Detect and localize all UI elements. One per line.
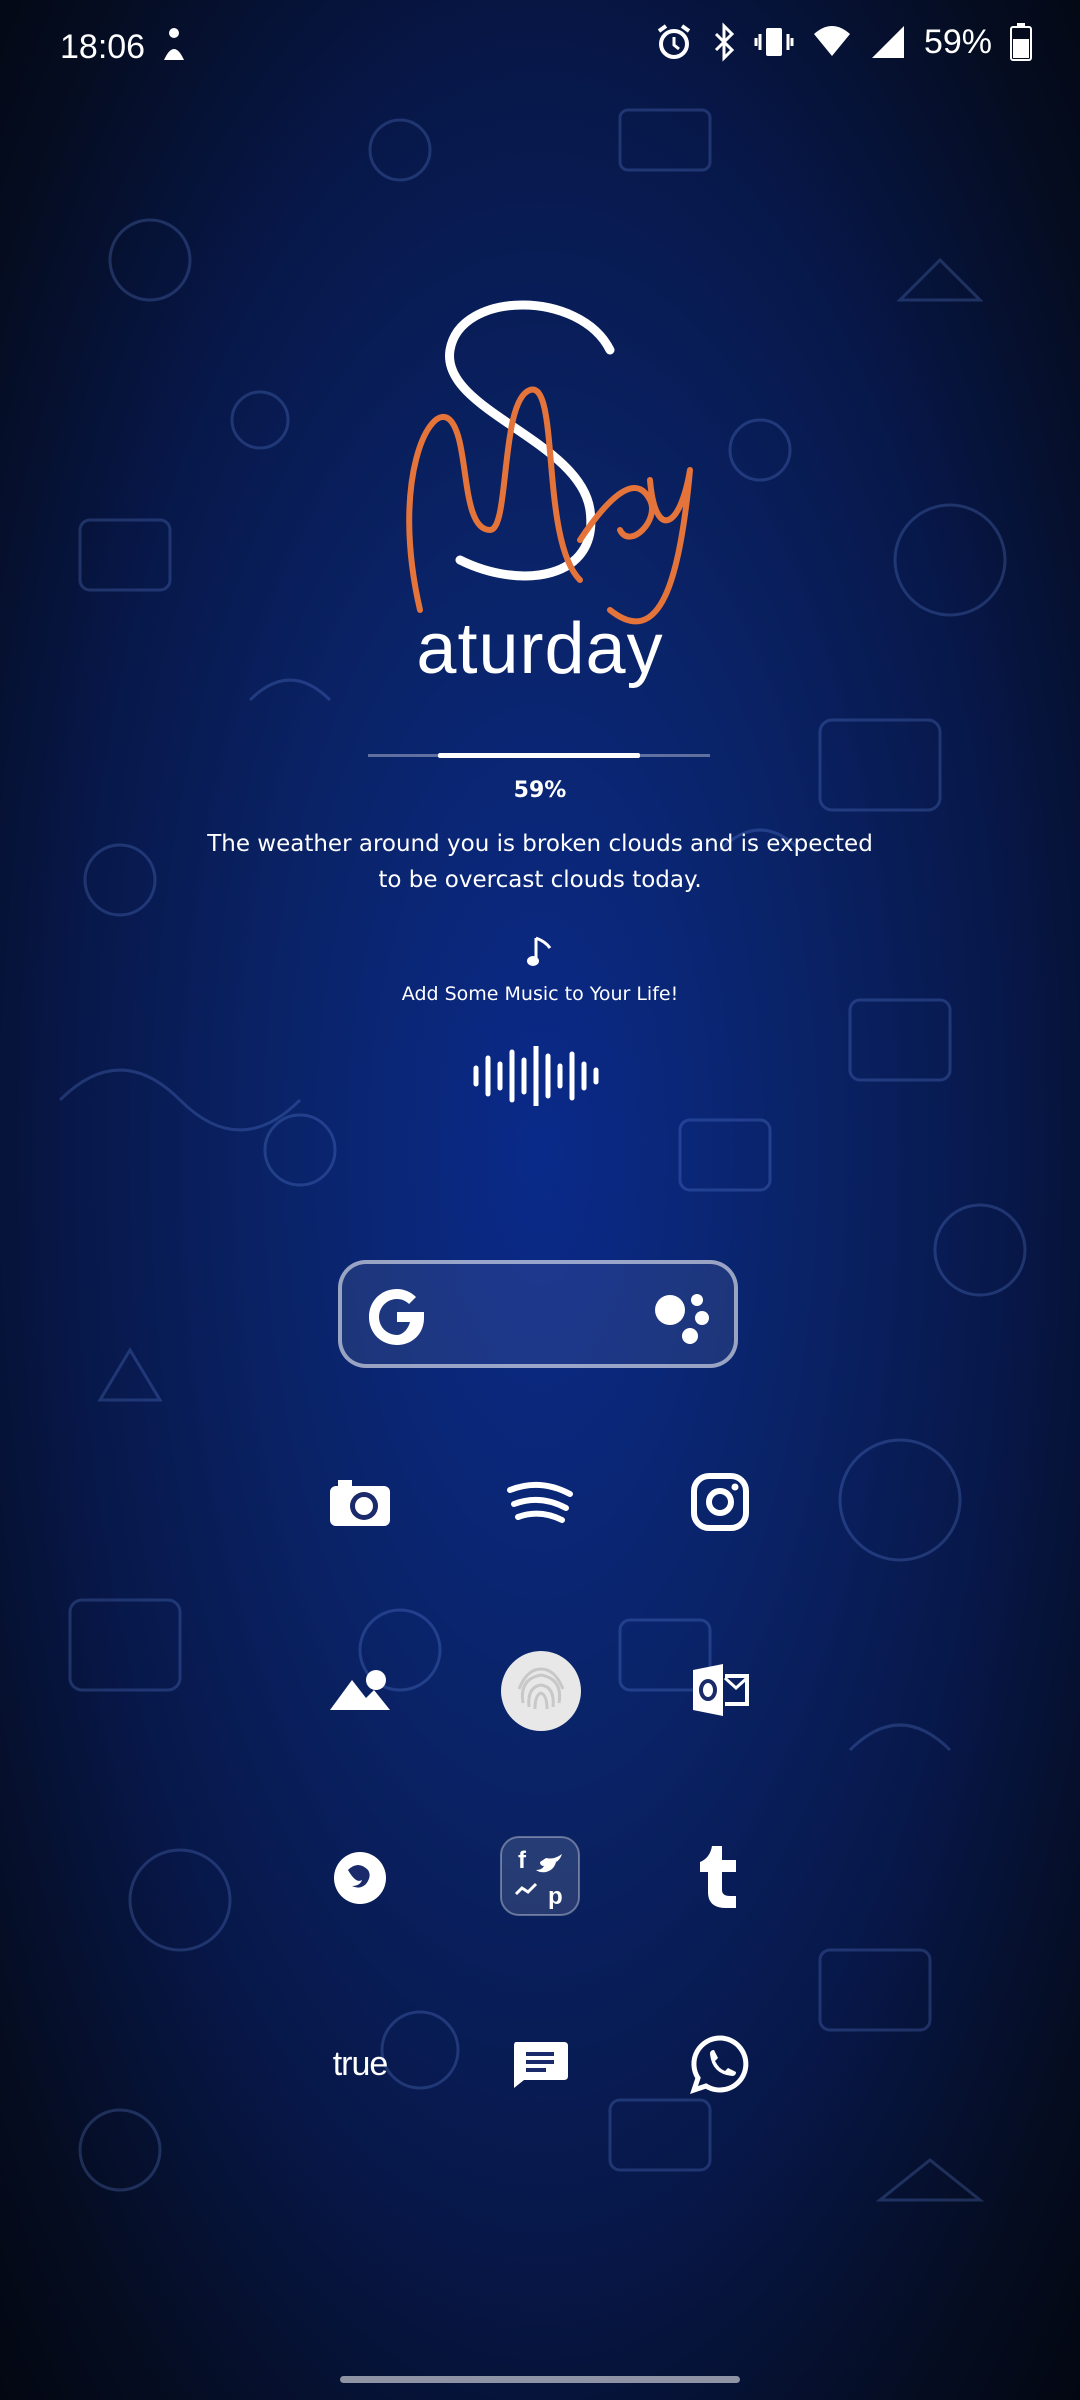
- alarm-icon: [657, 24, 691, 59]
- tumblr-app[interactable]: [676, 1832, 764, 1920]
- google-search-widget[interactable]: [338, 1260, 738, 1368]
- fingerprint-icon: [501, 1651, 581, 1731]
- day-of-week: aturday: [416, 609, 664, 689]
- social-folder-icon: fp: [500, 1836, 580, 1916]
- gallery-app[interactable]: [316, 1646, 404, 1734]
- truecaller-app[interactable]: true: [316, 2020, 404, 2108]
- firefox-app[interactable]: [316, 1832, 404, 1920]
- status-bar: 18:06 59%: [0, 0, 1080, 95]
- whatsapp-app[interactable]: [676, 2020, 764, 2108]
- fingerprint-app[interactable]: [496, 1646, 586, 1736]
- status-time: 18:06: [60, 28, 146, 66]
- instagram-icon: [691, 1473, 749, 1531]
- camera-icon: [330, 1480, 390, 1526]
- camera-app[interactable]: [316, 1458, 404, 1546]
- soundwave-icon[interactable]: [470, 1046, 610, 1106]
- music-note-icon[interactable]: [526, 934, 554, 970]
- spotify-icon: [507, 1481, 573, 1523]
- battery-progress-bar: [368, 753, 710, 758]
- tumblr-icon: [700, 1846, 736, 1908]
- month-script: [406, 386, 693, 625]
- social-folder[interactable]: fp: [496, 1832, 584, 1920]
- bluetooth-icon: [714, 22, 735, 62]
- accessibility-icon: [164, 28, 184, 60]
- battery-icon: [1010, 23, 1032, 61]
- svg-text:p: p: [548, 1883, 563, 1910]
- battery-progress-fill: [438, 753, 640, 758]
- battery-percent-label: 59%: [513, 778, 567, 803]
- google-g-icon[interactable]: [364, 1284, 430, 1350]
- svg-text:f: f: [518, 1847, 527, 1874]
- signal-icon: [871, 26, 904, 58]
- assistant-icon[interactable]: [652, 1290, 712, 1346]
- firefox-icon: [334, 1852, 386, 1904]
- messages-app[interactable]: [496, 2020, 584, 2108]
- truecaller-logo: true: [332, 2044, 389, 2083]
- outlook-app[interactable]: [676, 1646, 764, 1734]
- weather-text: The weather around you is broken clouds …: [207, 831, 873, 893]
- whatsapp-icon: [690, 2035, 749, 2094]
- music-prompt[interactable]: Add Some Music to Your Life!: [0, 983, 1080, 1005]
- battery-percent: 59%: [923, 22, 992, 61]
- outlook-icon: [693, 1664, 749, 1716]
- vibrate-icon: [754, 28, 794, 56]
- gallery-icon: [330, 1670, 390, 1710]
- instagram-app[interactable]: [676, 1458, 764, 1546]
- wifi-icon: [813, 26, 850, 56]
- gesture-nav-bar[interactable]: [340, 2376, 740, 2383]
- messages-icon: [514, 2042, 568, 2088]
- spotify-app[interactable]: [496, 1458, 584, 1546]
